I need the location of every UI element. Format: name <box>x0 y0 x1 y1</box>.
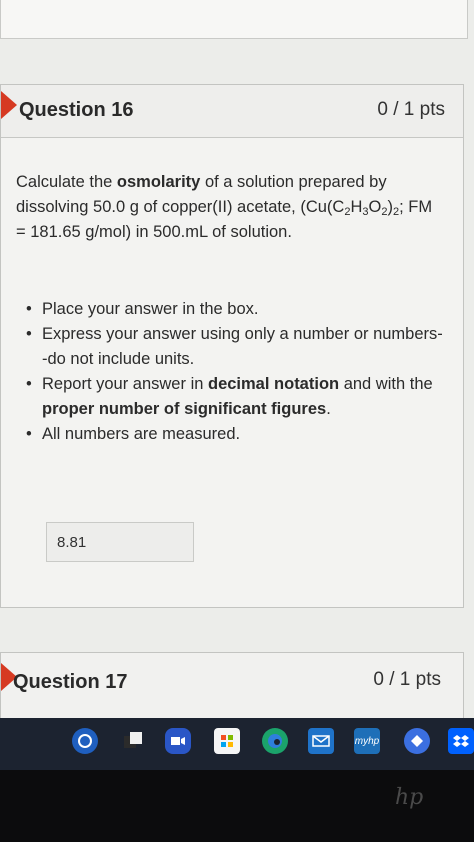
answer-input[interactable]: 8.81 <box>46 522 194 562</box>
dropbox-icon[interactable] <box>448 728 474 754</box>
previous-question-card <box>0 0 468 39</box>
question-points: 0 / 1 pts <box>373 669 441 690</box>
flag-icon <box>1 91 17 119</box>
meet-icon[interactable] <box>165 728 191 754</box>
question-prompt: Calculate the osmolarity of a solution p… <box>16 173 433 241</box>
mail-icon[interactable] <box>308 728 334 754</box>
question-17-header: Question 17 0 / 1 pts <box>1 653 463 719</box>
myhp-icon[interactable]: myhp <box>354 728 380 754</box>
list-item: Place your answer in the box. <box>26 297 446 322</box>
list-item: Report your answer in decimal notation a… <box>26 372 446 422</box>
question-title: Question 16 <box>19 99 134 121</box>
store-icon[interactable] <box>214 728 240 754</box>
list-item: Express your answer using only a number … <box>26 322 446 372</box>
app-icon[interactable] <box>404 728 430 754</box>
edge-icon[interactable] <box>262 728 288 754</box>
screen: Question 16 0 / 1 pts Calculate the osmo… <box>0 0 474 732</box>
task-view-icon[interactable] <box>120 728 146 754</box>
question-points: 0 / 1 pts <box>377 99 445 120</box>
question-title: Question 17 <box>13 671 128 693</box>
start-icon <box>78 734 92 748</box>
list-item: All numbers are measured. <box>26 422 446 447</box>
instructions-list: Place your answer in the box. Express yo… <box>26 297 446 447</box>
question-16-header: Question 16 0 / 1 pts <box>1 85 463 138</box>
start-button[interactable] <box>72 728 98 754</box>
hp-logo: hp <box>395 785 424 810</box>
